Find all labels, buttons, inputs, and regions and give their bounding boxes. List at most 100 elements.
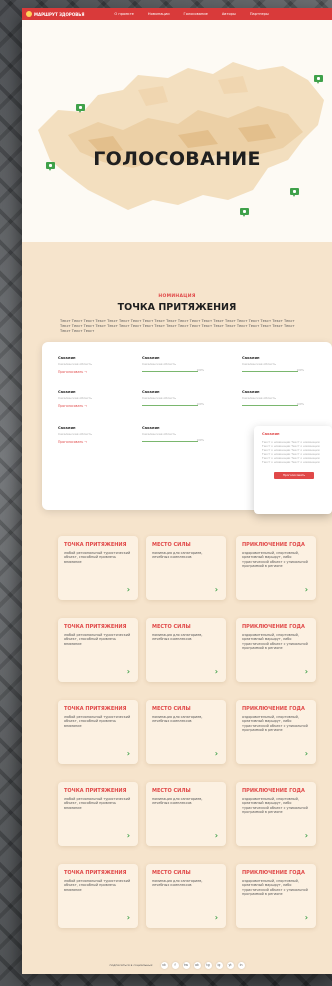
twitter-icon[interactable]: tw <box>182 961 190 969</box>
site-logo[interactable]: МАРШРУТ ЗДОРОВЬЯ <box>26 11 84 17</box>
map-pin-icon[interactable] <box>240 208 249 217</box>
chevron-right-icon[interactable]: › <box>127 831 130 840</box>
nomination-card[interactable]: ПРИКЛЮЧЕНИЕ ГОДА оздоровительный, спортив… <box>236 782 316 846</box>
region-name: Сахалин <box>142 426 160 430</box>
card-title: ПРИКЛЮЧЕНИЕ ГОДА <box>242 624 305 630</box>
card-description: номинация для санаториев, лечебных компл… <box>152 551 203 560</box>
vote-progress-bar: 100% <box>242 369 304 372</box>
chevron-right-icon[interactable]: › <box>127 749 130 758</box>
youtube-icon[interactable]: yt <box>226 961 234 969</box>
chevron-right-icon[interactable]: › <box>215 585 218 594</box>
card-description: номинация для санаториев, лечебных компл… <box>152 879 203 888</box>
nomination-card[interactable]: ТОЧКА ПРИТЯЖЕНИЯ любой региональный турис… <box>58 618 138 682</box>
card-title: МЕСТО СИЛЫ <box>152 542 191 548</box>
region-name: Сахалин <box>142 356 160 360</box>
card-title: ТОЧКА ПРИТЯЖЕНИЯ <box>64 788 127 794</box>
main-nav: О проекте Номинации Голосование Авторы П… <box>114 12 268 16</box>
map-pin-icon[interactable] <box>290 188 299 197</box>
vote-link[interactable]: Проголосовать → <box>58 404 122 408</box>
chevron-right-icon[interactable]: › <box>215 913 218 922</box>
odnoklassniki-icon[interactable]: ok <box>193 961 201 969</box>
nomination-header: НОМИНАЦИЯ ТОЧКА ПРИТЯЖЕНИЯ Текст Текст Т… <box>22 242 332 334</box>
region-subtitle: Сахалинская область <box>58 362 93 366</box>
footer: подписаться в социальных vk f tw ok tg i… <box>22 956 332 974</box>
region-name: Сахалин <box>58 426 76 430</box>
linkedin-icon[interactable]: in <box>237 961 245 969</box>
logo-text: МАРШРУТ ЗДОРОВЬЯ <box>34 11 85 17</box>
card-description: любой региональный туристический объект,… <box>64 879 131 892</box>
nomination-card[interactable]: ПРИКЛЮЧЕНИЕ ГОДА оздоровительный, спортив… <box>236 536 316 600</box>
card-description: любой региональный туристический объект,… <box>64 551 131 564</box>
vote-percent: 100% <box>196 403 204 406</box>
vote-item[interactable]: Сахалин Сахалинская область 100% <box>142 426 206 442</box>
chevron-right-icon[interactable]: › <box>215 667 218 676</box>
chevron-right-icon[interactable]: › <box>305 667 308 676</box>
chevron-right-icon[interactable]: › <box>305 831 308 840</box>
nomination-card[interactable]: ПРИКЛЮЧЕНИЕ ГОДА оздоровительный, спортив… <box>236 618 316 682</box>
vote-item[interactable]: Сахалин Сахалинская область Проголосоват… <box>58 426 122 444</box>
hero-section: ГОЛОСОВАНИЕ <box>22 20 332 242</box>
nav-item-voting[interactable]: Голосование <box>184 12 208 16</box>
region-subtitle: Сахалинская область <box>142 396 177 400</box>
vote-item[interactable]: Сахалин Сахалинская область 100% <box>242 356 306 372</box>
card-title: ТОЧКА ПРИТЯЖЕНИЯ <box>64 542 127 548</box>
card-description: оздоровительный, спортивный, креативный … <box>242 797 308 815</box>
vote-item[interactable]: Сахалин Сахалинская область Проголосоват… <box>58 390 122 408</box>
card-description: любой региональный туристический объект,… <box>64 715 131 728</box>
nomination-card[interactable]: ТОЧКА ПРИТЯЖЕНИЯ любой региональный турис… <box>58 700 138 764</box>
chevron-right-icon[interactable]: › <box>127 667 130 676</box>
vote-percent: 100% <box>296 369 304 372</box>
vote-percent: 100% <box>196 439 204 442</box>
card-description: номинация для санаториев, лечебных компл… <box>152 715 203 724</box>
vote-progress-bar: 100% <box>242 403 304 406</box>
card-description: номинация для санаториев, лечебных компл… <box>152 797 203 806</box>
nomination-card[interactable]: МЕСТО СИЛЫ номинация для санаториев, лече… <box>146 864 226 928</box>
popup-region-name: Сахалин <box>262 432 280 436</box>
nomination-card[interactable]: МЕСТО СИЛЫ номинация для санаториев, лече… <box>146 700 226 764</box>
nav-item-about[interactable]: О проекте <box>114 12 134 16</box>
vote-link[interactable]: Проголосовать → <box>58 440 122 444</box>
region-name: Сахалин <box>242 356 260 360</box>
nomination-card[interactable]: МЕСТО СИЛЫ номинация для санаториев, лече… <box>146 782 226 846</box>
region-subtitle: Сахалинская область <box>242 396 277 400</box>
nomination-card[interactable]: ПРИКЛЮЧЕНИЕ ГОДА оздоровительный, спортив… <box>236 700 316 764</box>
vote-button[interactable]: Проголосовать <box>274 472 314 479</box>
vote-progress-bar: 100% <box>142 403 204 406</box>
nomination-card[interactable]: ТОЧКА ПРИТЯЖЕНИЯ любой региональный турис… <box>58 782 138 846</box>
nomination-card[interactable]: МЕСТО СИЛЫ номинация для санаториев, лече… <box>146 618 226 682</box>
chevron-right-icon[interactable]: › <box>215 831 218 840</box>
nav-item-nominations[interactable]: Номинации <box>148 12 170 16</box>
vk-icon[interactable]: vk <box>160 961 168 969</box>
card-title: ТОЧКА ПРИТЯЖЕНИЯ <box>64 706 127 712</box>
card-title: ПРИКЛЮЧЕНИЕ ГОДА <box>242 542 305 548</box>
nomination-card[interactable]: МЕСТО СИЛЫ номинация для санаториев, лече… <box>146 536 226 600</box>
chevron-right-icon[interactable]: › <box>127 585 130 594</box>
facebook-icon[interactable]: f <box>171 961 179 969</box>
region-name: Сахалин <box>142 390 160 394</box>
card-title: ПРИКЛЮЧЕНИЕ ГОДА <box>242 706 305 712</box>
vote-item[interactable]: Сахалин Сахалинская область 100% <box>242 390 306 406</box>
map-pin-icon[interactable] <box>314 75 323 84</box>
vote-item[interactable]: Сахалин Сахалинская область 100% <box>142 356 206 372</box>
map-pin-icon[interactable] <box>76 104 85 113</box>
nomination-card[interactable]: ПРИКЛЮЧЕНИЕ ГОДА оздоровительный, спортив… <box>236 864 316 928</box>
nomination-card[interactable]: ТОЧКА ПРИТЯЖЕНИЯ любой региональный турис… <box>58 536 138 600</box>
nav-item-partners[interactable]: Партнеры <box>250 12 269 16</box>
vote-item[interactable]: Сахалин Сахалинская область 100% <box>142 390 206 406</box>
chevron-right-icon[interactable]: › <box>215 749 218 758</box>
instagram-icon[interactable]: ig <box>215 961 223 969</box>
vote-link[interactable]: Проголосовать → <box>58 370 122 374</box>
telegram-icon[interactable]: tg <box>204 961 212 969</box>
vote-item[interactable]: Сахалин Сахалинская область Проголосоват… <box>58 356 122 374</box>
region-name: Сахалин <box>58 390 76 394</box>
footer-subscribe-text: подписаться в социальных <box>109 963 153 967</box>
page-title: ГОЛОСОВАНИЕ <box>93 148 261 170</box>
nomination-card[interactable]: ТОЧКА ПРИТЯЖЕНИЯ любой региональный турис… <box>58 864 138 928</box>
nav-item-authors[interactable]: Авторы <box>222 12 236 16</box>
chevron-right-icon[interactable]: › <box>305 913 308 922</box>
card-description: любой региональный туристический объект,… <box>64 797 131 810</box>
chevron-right-icon[interactable]: › <box>127 913 130 922</box>
chevron-right-icon[interactable]: › <box>305 585 308 594</box>
chevron-right-icon[interactable]: › <box>305 749 308 758</box>
card-description: оздоровительный, спортивный, креативный … <box>242 633 308 651</box>
